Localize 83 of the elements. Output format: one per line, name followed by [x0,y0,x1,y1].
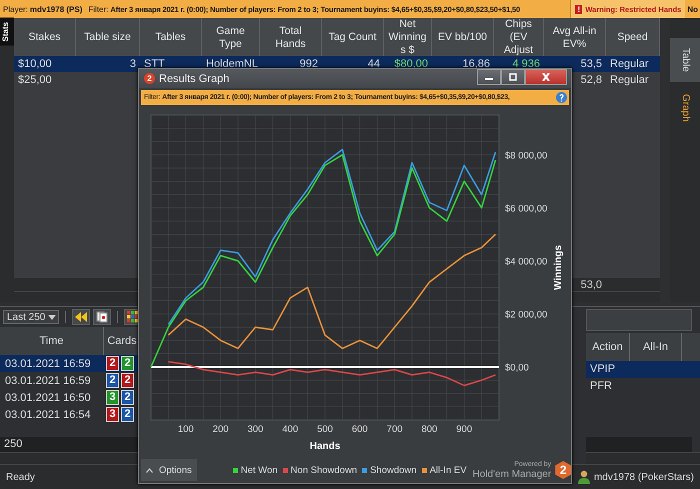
axis-tick-label: 300 [247,424,264,435]
maximize-button[interactable] [501,69,525,85]
table-cell-text: 52,8 [580,74,603,86]
chevron-up-icon [146,468,153,472]
axis-tick-label: 500 [317,424,333,435]
table-cell-text: 03.01.2021 16:50 [4,392,92,404]
axis-tick-label: $4 000,00 [505,256,548,268]
range-dropdown[interactable]: Last 250 [3,310,59,324]
close-button[interactable] [525,69,567,85]
text-field[interactable] [586,309,692,331]
axis-tick-label: $6 000,00 [505,203,548,214]
axis-tick-label: 100 [178,424,194,435]
legend-label: All-In EV [430,464,467,476]
user-avatar-icon [578,470,590,484]
axis-tick-label: $0,00 [505,362,529,374]
user-name: mdv1978 (PokerStars) [594,472,694,482]
minimize-button[interactable] [477,69,501,85]
axis-title: Hands [310,441,340,452]
playing-cards-icon [96,311,108,323]
table-row[interactable]: 03.01.2021 16:50 3 2 [0,389,572,406]
cards-button[interactable] [93,309,111,325]
filter-label: Filter: [88,4,108,14]
table-cell-text: 53,5 [580,58,603,70]
playing-card: 2 [106,373,119,388]
table-cell-text: $10,00 [17,58,53,70]
playing-card: 2 [106,356,119,371]
table-row[interactable]: 03.01.2021 16:54 3 2 [0,406,572,423]
app-logo: 2 [144,73,155,84]
legend-label: Non Showdown [290,464,358,476]
warning-icon: ! [575,4,582,14]
table-cell-text: 44 [366,58,381,70]
table-cell-text: STT [143,58,166,70]
axis-tick-label: $2 000,00 [505,309,548,320]
table-cell-text: HoldemNL [205,58,259,70]
axis-title: Winnings [553,245,564,290]
axis-tick-label: $8 000,00 [505,150,548,162]
table-cell-text: 03.01.2021 16:54 [4,408,92,420]
options-button[interactable]: Options [141,459,197,481]
player-label: Player: [3,4,28,14]
playing-card: 3 [106,390,119,405]
brand-logo: 2 [555,461,572,479]
dropdown-arrow-icon [48,314,56,320]
legend-label: Showdown [370,464,417,476]
horizontal-scrollbar[interactable] [586,452,700,464]
axis-tick-label: 700 [386,424,403,435]
axis-tick-label: 400 [282,424,298,435]
playing-card: 2 [121,390,134,405]
table-cell-text: 16,86 [461,58,491,70]
status-text: Ready [6,472,35,482]
axis-tick-label: 900 [456,424,472,435]
table-cell-text: 992 [298,58,319,70]
rewind-icon [75,312,87,322]
side-tab[interactable]: Table [670,38,700,82]
table-cell-text: Regular [609,74,650,86]
table-cell-text: 03.01.2021 16:59 [4,374,92,386]
table-cell-text: 3 [128,58,137,70]
brand-name: Hold'em Manager [472,470,552,480]
table-row[interactable]: VPIP [586,361,700,378]
playing-card: 2 [121,373,134,388]
maximize-icon [508,73,518,81]
table-cell-text: 4 936 [511,58,541,70]
axis-tick-label: 600 [352,424,368,435]
table-cell-text: 53,0 [580,278,603,290]
playing-card: 3 [106,407,119,422]
range-value: Last 250 [7,312,46,322]
playing-card: 2 [121,356,134,371]
table-cell[interactable]: PFR [586,378,700,395]
side-tab[interactable]: Stats [0,18,14,46]
playing-card: 2 [121,407,134,422]
table-row[interactable]: 03.01.2021 16:59 2 2 [0,372,572,389]
rewind-button[interactable] [72,309,90,325]
table-cell-text: $80,00 [393,58,429,70]
legend-label: Net Won [240,464,278,476]
color-grid-icon [127,311,139,323]
window-title: Results Graph [159,72,230,84]
table-cell-text: Regular [609,58,650,70]
help-icon [556,92,567,103]
table-cell-text: 03.01.2021 16:59 [4,358,92,370]
axis-tick-label: 200 [212,424,229,435]
player-name: mdv1978 (PS) [30,4,82,14]
close-icon [541,73,551,81]
axis-tick-label: 800 [421,424,438,435]
truncated-label: No [686,4,699,14]
